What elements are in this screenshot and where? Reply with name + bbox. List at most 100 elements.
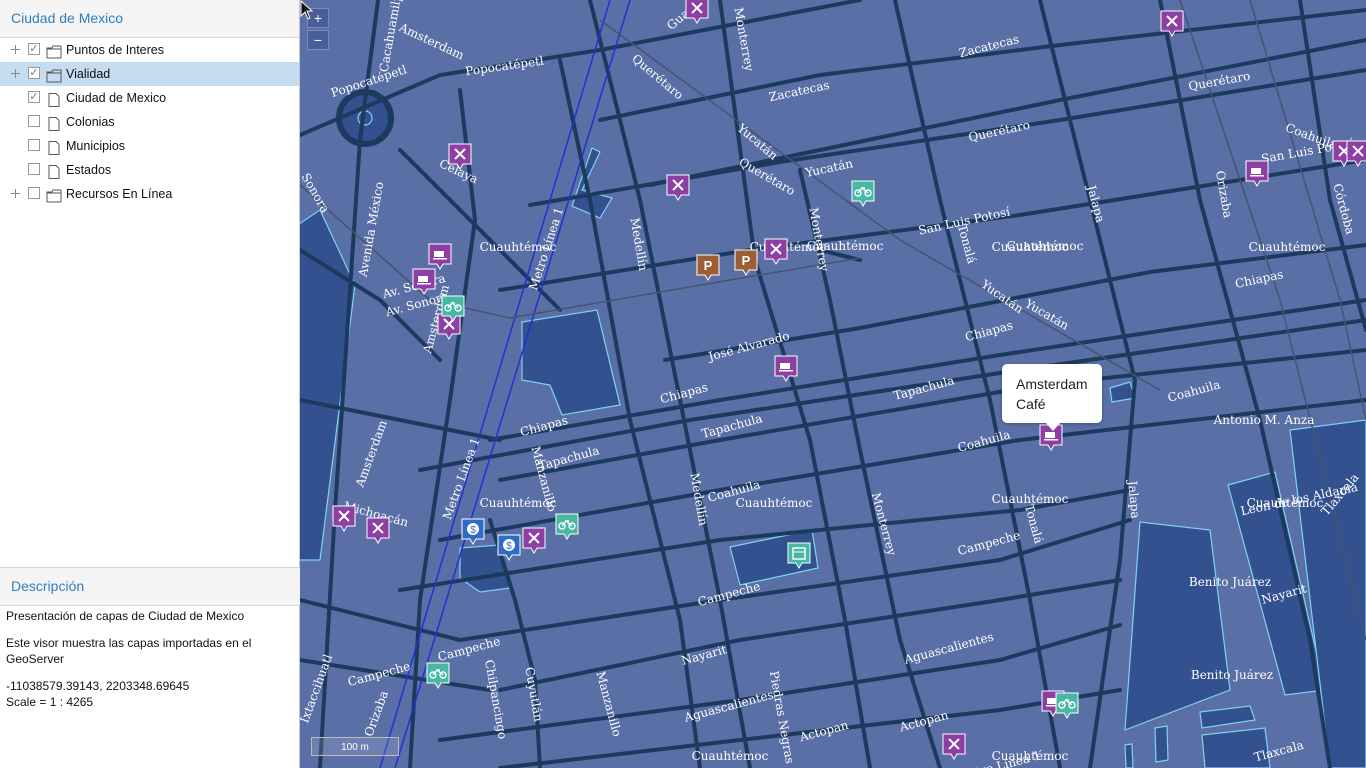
poi-popup[interactable]: Amsterdam Café	[1002, 364, 1102, 431]
file-icon	[46, 115, 62, 131]
street-label: Actopan	[797, 718, 850, 745]
expand-icon[interactable]	[11, 45, 20, 54]
street-label: Cacahuamilpa	[377, 0, 406, 73]
street-label: Orizaba	[362, 689, 391, 739]
area-label: Cuauhtémoc	[807, 239, 884, 253]
svg-text:P: P	[704, 258, 713, 273]
layer-node-puntos-de-interes[interactable]: ✓ Puntos de Interes	[0, 38, 299, 62]
street-label: Querétaro	[967, 118, 1031, 145]
restaurant-marker-icon[interactable]	[448, 143, 472, 170]
restaurant-marker-icon[interactable]	[685, 0, 709, 24]
block-polygon	[1154, 725, 1169, 763]
layer-checkbox[interactable]	[28, 139, 40, 151]
map-view[interactable]: GuanajuatoAmsterdamCacahuamilpaPopocatép…	[300, 0, 1366, 768]
block-polygon	[521, 309, 621, 416]
bike-marker-icon[interactable]	[1055, 692, 1079, 719]
layer-checkbox[interactable]: ✓	[28, 43, 40, 55]
layer-node-estados[interactable]: Estados	[0, 158, 299, 182]
area-label: Benito Juárez	[1189, 575, 1271, 589]
area-label: Cuauhtémoc	[992, 492, 1069, 506]
street-label: Campeche	[696, 579, 762, 609]
block-polygon	[1109, 381, 1136, 403]
bike-marker-icon[interactable]	[851, 180, 875, 207]
description-line2: Este visor muestra las capas importadas …	[6, 636, 252, 666]
parking-marker-icon[interactable]: P	[734, 249, 758, 276]
bike-marker-icon[interactable]	[426, 662, 450, 689]
cafe-marker-icon[interactable]	[774, 355, 798, 382]
street-label: Chiapas	[1234, 267, 1285, 291]
scale-readout: Scale = 1 : 4265	[6, 695, 94, 709]
description-title: Descripción	[0, 567, 310, 606]
area-label: Cuauhtémoc	[480, 496, 557, 510]
street-label: Tonalá	[955, 223, 979, 265]
bike-marker-icon[interactable]	[441, 295, 465, 322]
restaurant-marker-icon[interactable]	[942, 733, 966, 760]
block-polygon	[1124, 521, 1231, 731]
layer-checkbox[interactable]	[28, 187, 40, 199]
street-label: Medellín	[687, 472, 710, 527]
restaurant-marker-icon[interactable]	[332, 505, 356, 532]
map-canvas[interactable]: GuanajuatoAmsterdamCacahuamilpaPopocatép…	[300, 0, 1366, 768]
layer-node-recursos-en-l-nea[interactable]: Recursos En Línea	[0, 182, 299, 206]
block-polygon	[1199, 705, 1256, 729]
file-icon	[46, 163, 62, 179]
layer-checkbox[interactable]	[28, 163, 40, 175]
layer-label: Estados	[66, 163, 112, 177]
street-label: Cuyutlán	[522, 666, 545, 723]
street-label: Ixtaccihuatl	[300, 652, 335, 725]
cinema-marker-icon[interactable]	[787, 542, 811, 569]
bank-marker-icon[interactable]: $	[497, 534, 521, 561]
restaurant-marker-icon[interactable]	[764, 238, 788, 265]
street-label: Orizaba	[1213, 170, 1235, 219]
street-label: Piedras Negras	[767, 670, 797, 765]
restaurant-marker-icon[interactable]	[522, 527, 546, 554]
description-line1: Presentación de capas de Ciudad de Mexic…	[6, 609, 245, 623]
street-label: Chiapas	[519, 413, 570, 439]
coordinates-readout: -11038579.39143, 2203348.69645	[6, 679, 190, 693]
folder-icon	[46, 187, 62, 203]
street-label: Amsterdam	[352, 418, 390, 490]
layer-node-ciudad-de-mexico[interactable]: ✓ Ciudad de Mexico	[0, 86, 299, 110]
restaurant-marker-icon[interactable]	[1346, 140, 1366, 167]
street-label: Campeche	[956, 528, 1022, 558]
layer-node-colonias[interactable]: Colonias	[0, 110, 299, 134]
layer-label: Colonias	[66, 115, 115, 129]
restaurant-marker-icon[interactable]	[366, 517, 390, 544]
file-icon	[46, 91, 62, 107]
layer-checkbox[interactable]: ✓	[28, 91, 40, 103]
layer-label: Puntos de Interes	[66, 43, 164, 57]
layer-checkbox[interactable]: ✓	[28, 67, 40, 79]
parking-marker-icon[interactable]: P	[696, 254, 720, 281]
bike-marker-icon[interactable]	[555, 513, 579, 540]
area-label: Cuauhtémoc	[692, 749, 769, 763]
layer-checkbox[interactable]	[28, 115, 40, 127]
expand-icon[interactable]	[11, 189, 20, 198]
restaurant-marker-icon[interactable]	[1160, 10, 1184, 37]
street-label: Tapachula	[892, 373, 956, 403]
layer-node-municipios[interactable]: Municipios	[0, 134, 299, 158]
block-polygon	[1124, 743, 1134, 768]
restaurant-marker-icon[interactable]	[666, 174, 690, 201]
street-label: Campeche	[346, 659, 412, 689]
bank-marker-icon[interactable]: $	[461, 518, 485, 545]
street-label: Yucatán	[803, 156, 854, 180]
street-label: Manzanillo	[593, 670, 624, 738]
layer-panel: Ciudad de Mexico ✓ Puntos de Interes ✓ Vial…	[0, 0, 310, 768]
street-label: Amsterdam	[396, 20, 467, 63]
expand-icon[interactable]	[11, 69, 20, 78]
street-label: Monterrey	[731, 6, 756, 72]
layer-node-vialidad[interactable]: ✓ Vialidad	[0, 62, 299, 86]
layer-tree: ✓ Puntos de Interes ✓ Vialidad ✓ Ciudad de Me…	[0, 38, 299, 206]
popup-line1: Amsterdam	[1016, 376, 1088, 392]
street-label: Avenida México	[356, 181, 387, 279]
folder-icon	[46, 67, 62, 83]
file-icon	[46, 139, 62, 155]
zoom-out-button[interactable]: −	[307, 30, 329, 50]
scale-bar: 100 m	[311, 737, 399, 756]
layer-label: Recursos En Línea	[66, 187, 173, 201]
cafe-marker-icon[interactable]	[412, 268, 436, 295]
cafe-marker-icon[interactable]	[428, 243, 452, 270]
svg-text:P: P	[742, 253, 751, 268]
cafe-marker-icon[interactable]	[1245, 160, 1269, 187]
area-label: Cuauhtémoc	[1247, 496, 1324, 510]
